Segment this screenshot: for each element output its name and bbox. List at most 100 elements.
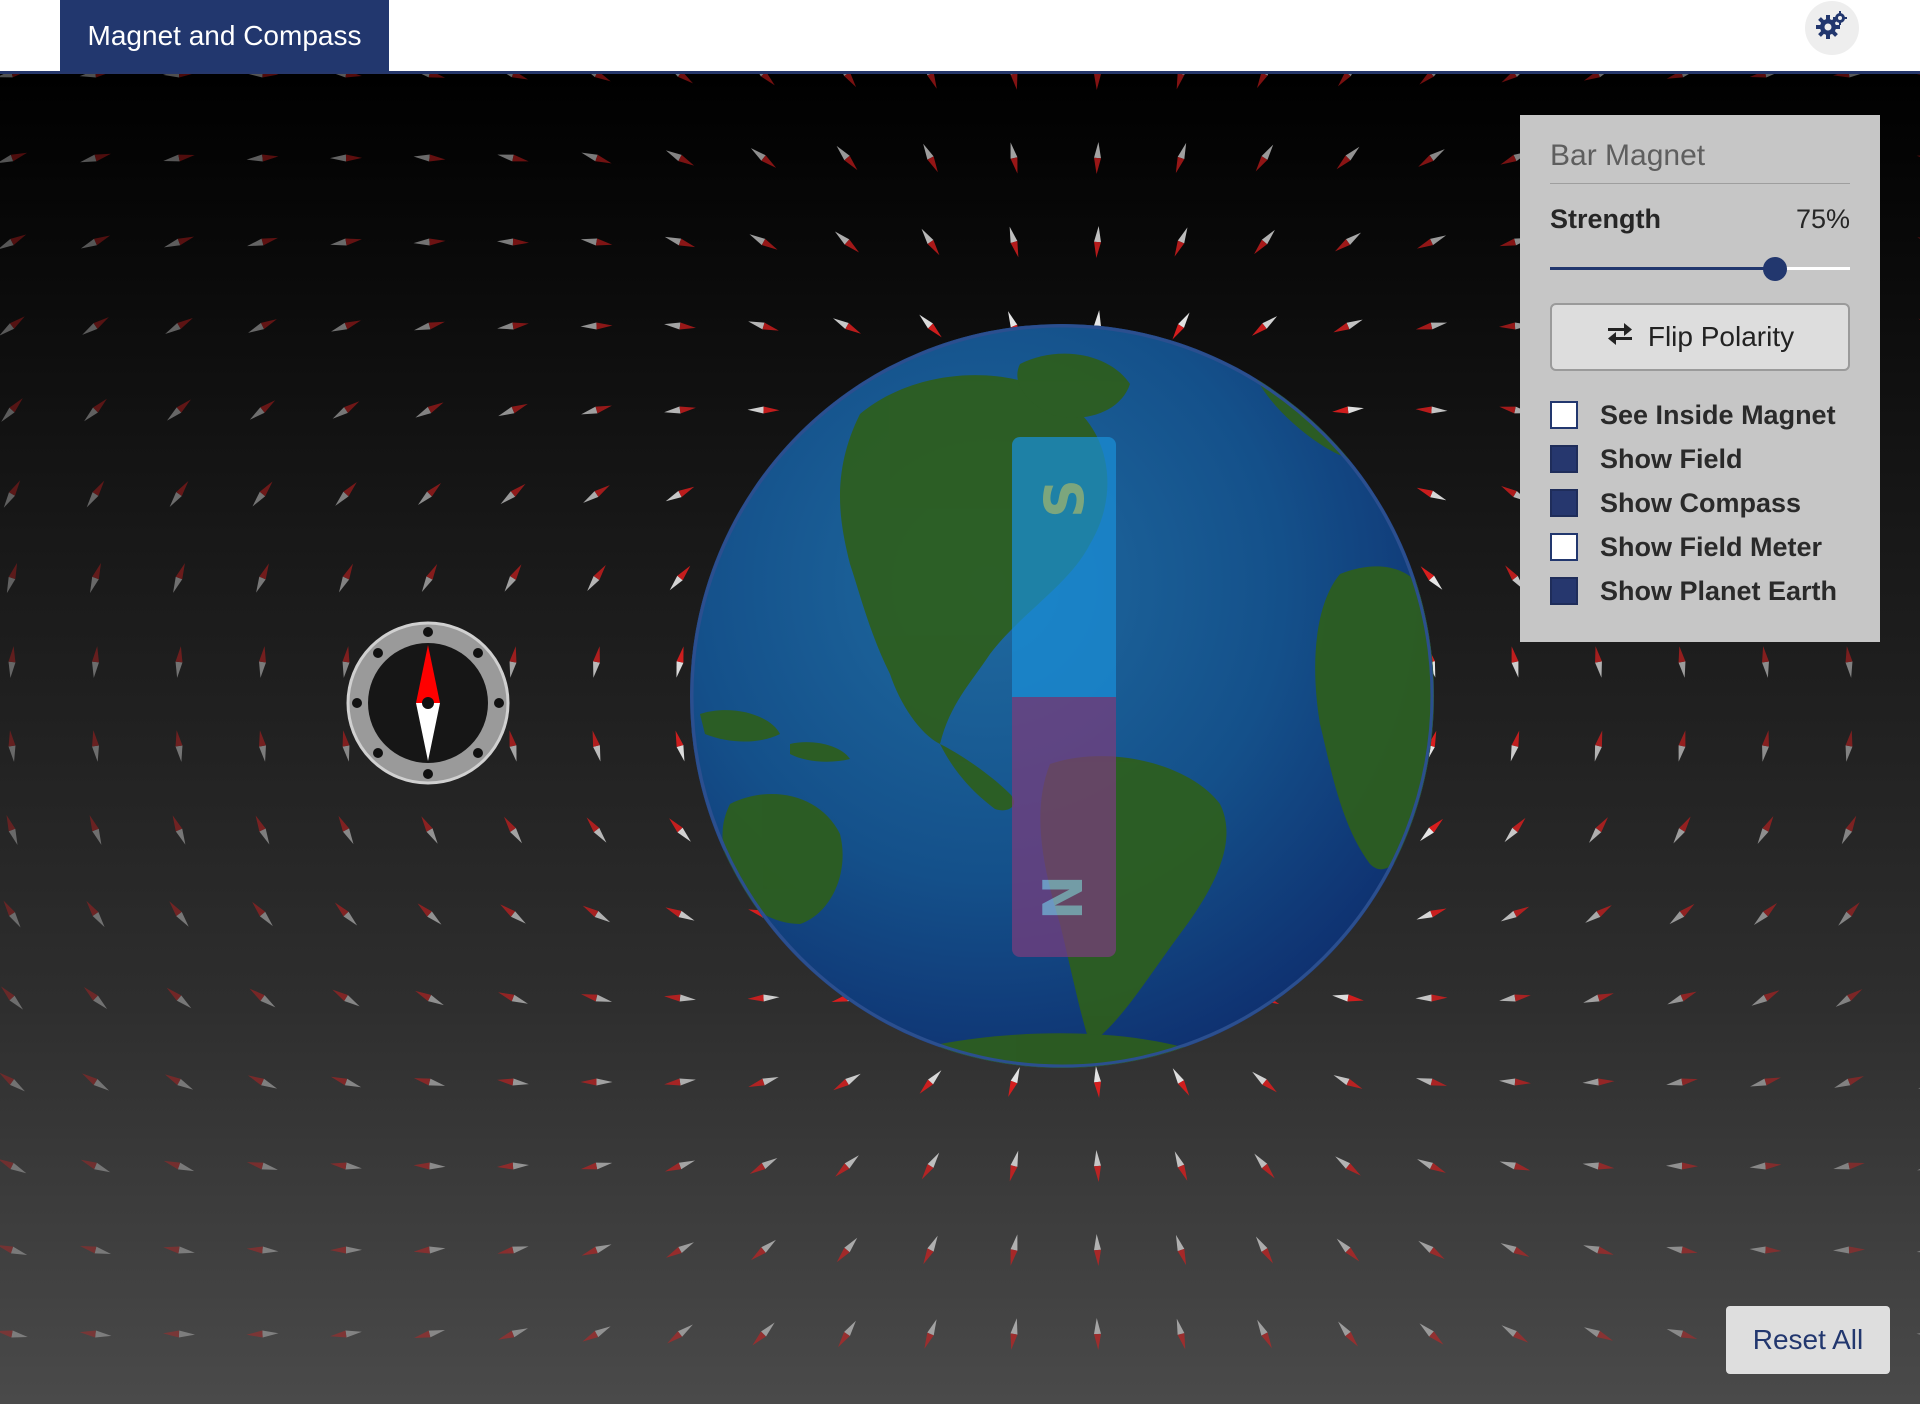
field-vector bbox=[255, 815, 270, 845]
field-vector bbox=[1254, 1153, 1275, 1179]
field-vector bbox=[923, 1235, 938, 1265]
field-vector bbox=[247, 1075, 278, 1089]
checkbox-label: Show Field bbox=[1600, 443, 1743, 474]
field-vector bbox=[6, 814, 18, 846]
field-vector bbox=[1589, 817, 1608, 843]
app-title-tab[interactable]: Magnet and Compass bbox=[60, 0, 389, 72]
field-vector bbox=[252, 901, 273, 927]
field-vector bbox=[414, 321, 445, 331]
show-field-checkbox[interactable]: Show Field bbox=[1550, 443, 1850, 475]
field-vector bbox=[664, 1160, 696, 1172]
field-vector bbox=[246, 1330, 279, 1338]
field-vector bbox=[417, 903, 442, 925]
see-inside-magnet-checkbox[interactable]: See Inside Magnet bbox=[1550, 399, 1850, 431]
strength-slider[interactable] bbox=[1550, 257, 1850, 281]
field-vector bbox=[664, 1078, 696, 1086]
field-vector bbox=[1257, 74, 1272, 89]
field-vector bbox=[1504, 817, 1526, 843]
compass[interactable] bbox=[344, 619, 512, 787]
field-vector bbox=[338, 815, 354, 845]
field-vector bbox=[1, 398, 23, 422]
field-vector bbox=[1749, 74, 1782, 78]
field-vector bbox=[339, 563, 353, 593]
bar-magnet-panel: Bar Magnet Strength 75% Flip Polarity Se… bbox=[1520, 115, 1880, 642]
field-vector bbox=[749, 234, 778, 250]
field-vector bbox=[497, 1078, 529, 1086]
checkbox-list: See Inside Magnet Show Field Show Compas… bbox=[1550, 399, 1850, 607]
checkbox-box[interactable] bbox=[1550, 577, 1578, 605]
field-vector bbox=[92, 646, 99, 678]
field-vector bbox=[259, 730, 266, 762]
field-vector bbox=[923, 143, 938, 173]
field-vector bbox=[1917, 1162, 1920, 1171]
field-vector bbox=[330, 1162, 362, 1170]
field-vector bbox=[163, 154, 195, 162]
field-vector bbox=[837, 74, 857, 88]
field-vector bbox=[1757, 816, 1774, 844]
field-vector bbox=[332, 401, 360, 419]
field-vector bbox=[1176, 1318, 1186, 1350]
field-vector bbox=[924, 74, 937, 89]
settings-button[interactable] bbox=[1805, 1, 1859, 55]
magnet-south-pole: S bbox=[1012, 437, 1116, 697]
field-vector bbox=[330, 238, 362, 246]
show-field-meter-checkbox[interactable]: Show Field Meter bbox=[1550, 531, 1850, 563]
field-vector bbox=[1916, 1330, 1920, 1338]
checkbox-box[interactable] bbox=[1550, 445, 1578, 473]
field-vector bbox=[1833, 74, 1865, 78]
field-vector bbox=[838, 1320, 856, 1348]
field-vector bbox=[752, 1322, 775, 1346]
checkbox-box[interactable] bbox=[1550, 533, 1578, 561]
reset-all-button[interactable]: Reset All bbox=[1726, 1306, 1890, 1374]
field-vector bbox=[256, 563, 269, 593]
checkbox-label: Show Planet Earth bbox=[1600, 575, 1838, 606]
field-vector bbox=[581, 405, 612, 415]
field-vector bbox=[919, 1070, 942, 1094]
field-vector bbox=[330, 1330, 362, 1338]
field-vector bbox=[500, 904, 526, 924]
bar-magnet[interactable]: S N bbox=[1012, 437, 1116, 957]
field-vector bbox=[1584, 1327, 1613, 1341]
compass-pivot bbox=[422, 697, 434, 709]
field-vector bbox=[581, 1244, 612, 1256]
field-vector bbox=[1749, 1246, 1782, 1254]
field-vector bbox=[169, 901, 189, 927]
strength-value: 75% bbox=[1795, 204, 1850, 234]
field-vector bbox=[79, 1246, 112, 1254]
field-vector bbox=[1010, 142, 1018, 174]
field-vector bbox=[1336, 146, 1360, 170]
field-vector bbox=[1669, 903, 1695, 925]
field-vector bbox=[1338, 1321, 1358, 1347]
field-vector bbox=[1666, 1162, 1698, 1170]
flip-polarity-button[interactable]: Flip Polarity bbox=[1550, 303, 1850, 371]
field-vector bbox=[921, 228, 940, 256]
field-vector bbox=[1415, 1078, 1448, 1086]
field-vector bbox=[330, 74, 362, 78]
checkbox-box[interactable] bbox=[1550, 401, 1578, 429]
field-vector bbox=[582, 905, 611, 923]
slider-thumb[interactable] bbox=[1763, 257, 1787, 281]
show-planet-earth-checkbox[interactable]: Show Planet Earth bbox=[1550, 575, 1850, 607]
field-vector bbox=[86, 900, 105, 928]
field-vector bbox=[504, 564, 522, 592]
field-vector bbox=[0, 152, 28, 164]
checkbox-label: See Inside Magnet bbox=[1600, 399, 1836, 430]
field-vector bbox=[417, 482, 442, 506]
field-vector bbox=[83, 987, 108, 1009]
field-vector bbox=[1499, 1161, 1531, 1171]
show-compass-checkbox[interactable]: Show Compass bbox=[1550, 487, 1850, 519]
checkbox-box[interactable] bbox=[1550, 489, 1578, 517]
field-vector bbox=[1583, 74, 1614, 81]
app-title: Magnet and Compass bbox=[87, 20, 362, 51]
field-vector bbox=[593, 646, 600, 678]
field-vector bbox=[1500, 906, 1530, 922]
field-vector bbox=[924, 1319, 937, 1349]
field-vector bbox=[1583, 1245, 1614, 1255]
field-vector bbox=[748, 1076, 779, 1088]
field-vector bbox=[259, 646, 266, 678]
field-vector bbox=[8, 646, 16, 678]
field-vector bbox=[164, 1074, 194, 1090]
field-vector bbox=[836, 145, 858, 171]
field-vector bbox=[334, 902, 358, 926]
field-vector bbox=[0, 1158, 27, 1174]
